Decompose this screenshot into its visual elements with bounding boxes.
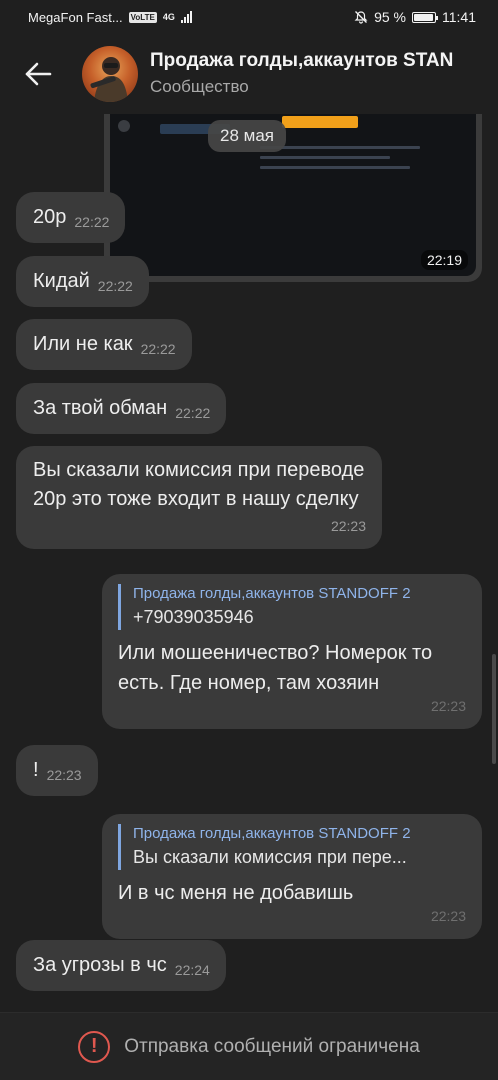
restricted-input-bar: ! Отправка сообщений ограничена	[0, 1012, 498, 1080]
message-time: 22:19	[420, 250, 468, 270]
status-bar: MegaFon Fast... VoLTE 4G 95 % 11:41	[0, 0, 498, 34]
reply-text: Вы сказали комиссия при пере...	[133, 847, 407, 867]
mute-icon	[354, 11, 368, 24]
status-left: MegaFon Fast... VoLTE 4G	[28, 10, 192, 25]
message-bubble[interactable]: 20р 22:22	[16, 192, 126, 243]
community-avatar[interactable]	[82, 46, 138, 102]
carrier-name: MegaFon Fast...	[28, 9, 123, 25]
message-bubble[interactable]: Или не как 22:22	[16, 319, 192, 370]
chat-header: Продажа голды,аккаунтов STAN Сообщество	[0, 34, 498, 114]
reply-text: +79039035946	[133, 607, 254, 627]
battery-icon	[412, 11, 438, 23]
reply-quote[interactable]: Продажа голды,аккаунтов STANDOFF 2 Вы ск…	[118, 824, 466, 870]
message-time: 22:22	[175, 405, 211, 421]
message-text: За угрозы в чс	[33, 954, 167, 976]
message-bubble[interactable]: За угрозы в чс 22:24	[16, 940, 226, 991]
clock: 11:41	[442, 9, 476, 25]
chat-subtitle: Сообщество	[150, 77, 249, 96]
message-list[interactable]: 22:19 28 мая 20р 22:22 Кидай 22:22 Или не …	[0, 114, 498, 1012]
outgoing-message-bubble[interactable]: Продажа голды,аккаунтов STANDOFF 2 +7903…	[102, 574, 482, 729]
thumb-line	[260, 156, 390, 159]
message-time: 22:22	[97, 278, 133, 294]
thumb-icon	[118, 120, 130, 132]
message-text: 20р	[33, 206, 67, 228]
message-text: Или не как	[33, 333, 133, 355]
back-arrow-icon	[25, 62, 52, 86]
message-time: 22:22	[74, 214, 110, 230]
reply-author: Продажа голды,аккаунтов STANDOFF 2	[133, 585, 411, 602]
message-time: 22:23	[330, 518, 366, 534]
warning-icon: !	[78, 1030, 111, 1063]
message-text: Вы сказали комиссия при переводе 20р это…	[33, 459, 365, 510]
scrollbar[interactable]	[492, 654, 496, 764]
battery-fill	[414, 13, 433, 21]
thumb-button	[282, 116, 358, 128]
screenshot-thumbnail	[110, 114, 476, 276]
message-time: 22:22	[140, 341, 176, 357]
network-type: 4G	[162, 12, 175, 22]
message-bubble[interactable]: ! 22:23	[16, 745, 98, 796]
volte-icon: VoLTE	[128, 11, 157, 23]
reply-quote[interactable]: Продажа голды,аккаунтов STANDOFF 2 +7903…	[118, 584, 466, 630]
message-bubble[interactable]: Кидай 22:22	[16, 256, 149, 307]
message-text: Или мошееничество? Номерок то есть. Где …	[118, 642, 433, 694]
message-time: 22:23	[46, 767, 82, 783]
status-right: 95 % 11:41	[354, 9, 476, 25]
back-button[interactable]	[0, 34, 76, 114]
message-bubble[interactable]: За твой обман 22:22	[16, 383, 227, 434]
message-time: 22:24	[174, 962, 210, 978]
chat-screen: MegaFon Fast... VoLTE 4G 95 % 11:41 Прод…	[0, 0, 498, 1080]
thumb-line	[260, 166, 410, 169]
message-bubble[interactable]: Вы сказали комиссия при переводе 20р это…	[16, 446, 382, 549]
battery-percent: 95 %	[374, 9, 406, 25]
restricted-message: Отправка сообщений ограничена	[124, 1035, 420, 1057]
message-text: Кидай	[33, 270, 90, 292]
message-text: За твой обман	[33, 397, 168, 419]
outgoing-message-bubble[interactable]: Продажа голды,аккаунтов STANDOFF 2 Вы ск…	[102, 814, 482, 939]
reply-author: Продажа голды,аккаунтов STANDOFF 2	[133, 825, 411, 842]
image-message[interactable]: 22:19	[104, 114, 482, 282]
header-text[interactable]: Продажа голды,аккаунтов STAN Сообщество	[150, 49, 453, 99]
message-text: !	[33, 759, 39, 781]
signal-icon	[180, 11, 192, 23]
date-separator: 28 мая	[208, 120, 286, 152]
chat-title: Продажа голды,аккаунтов STAN	[150, 50, 454, 71]
avatar-image	[90, 57, 128, 102]
